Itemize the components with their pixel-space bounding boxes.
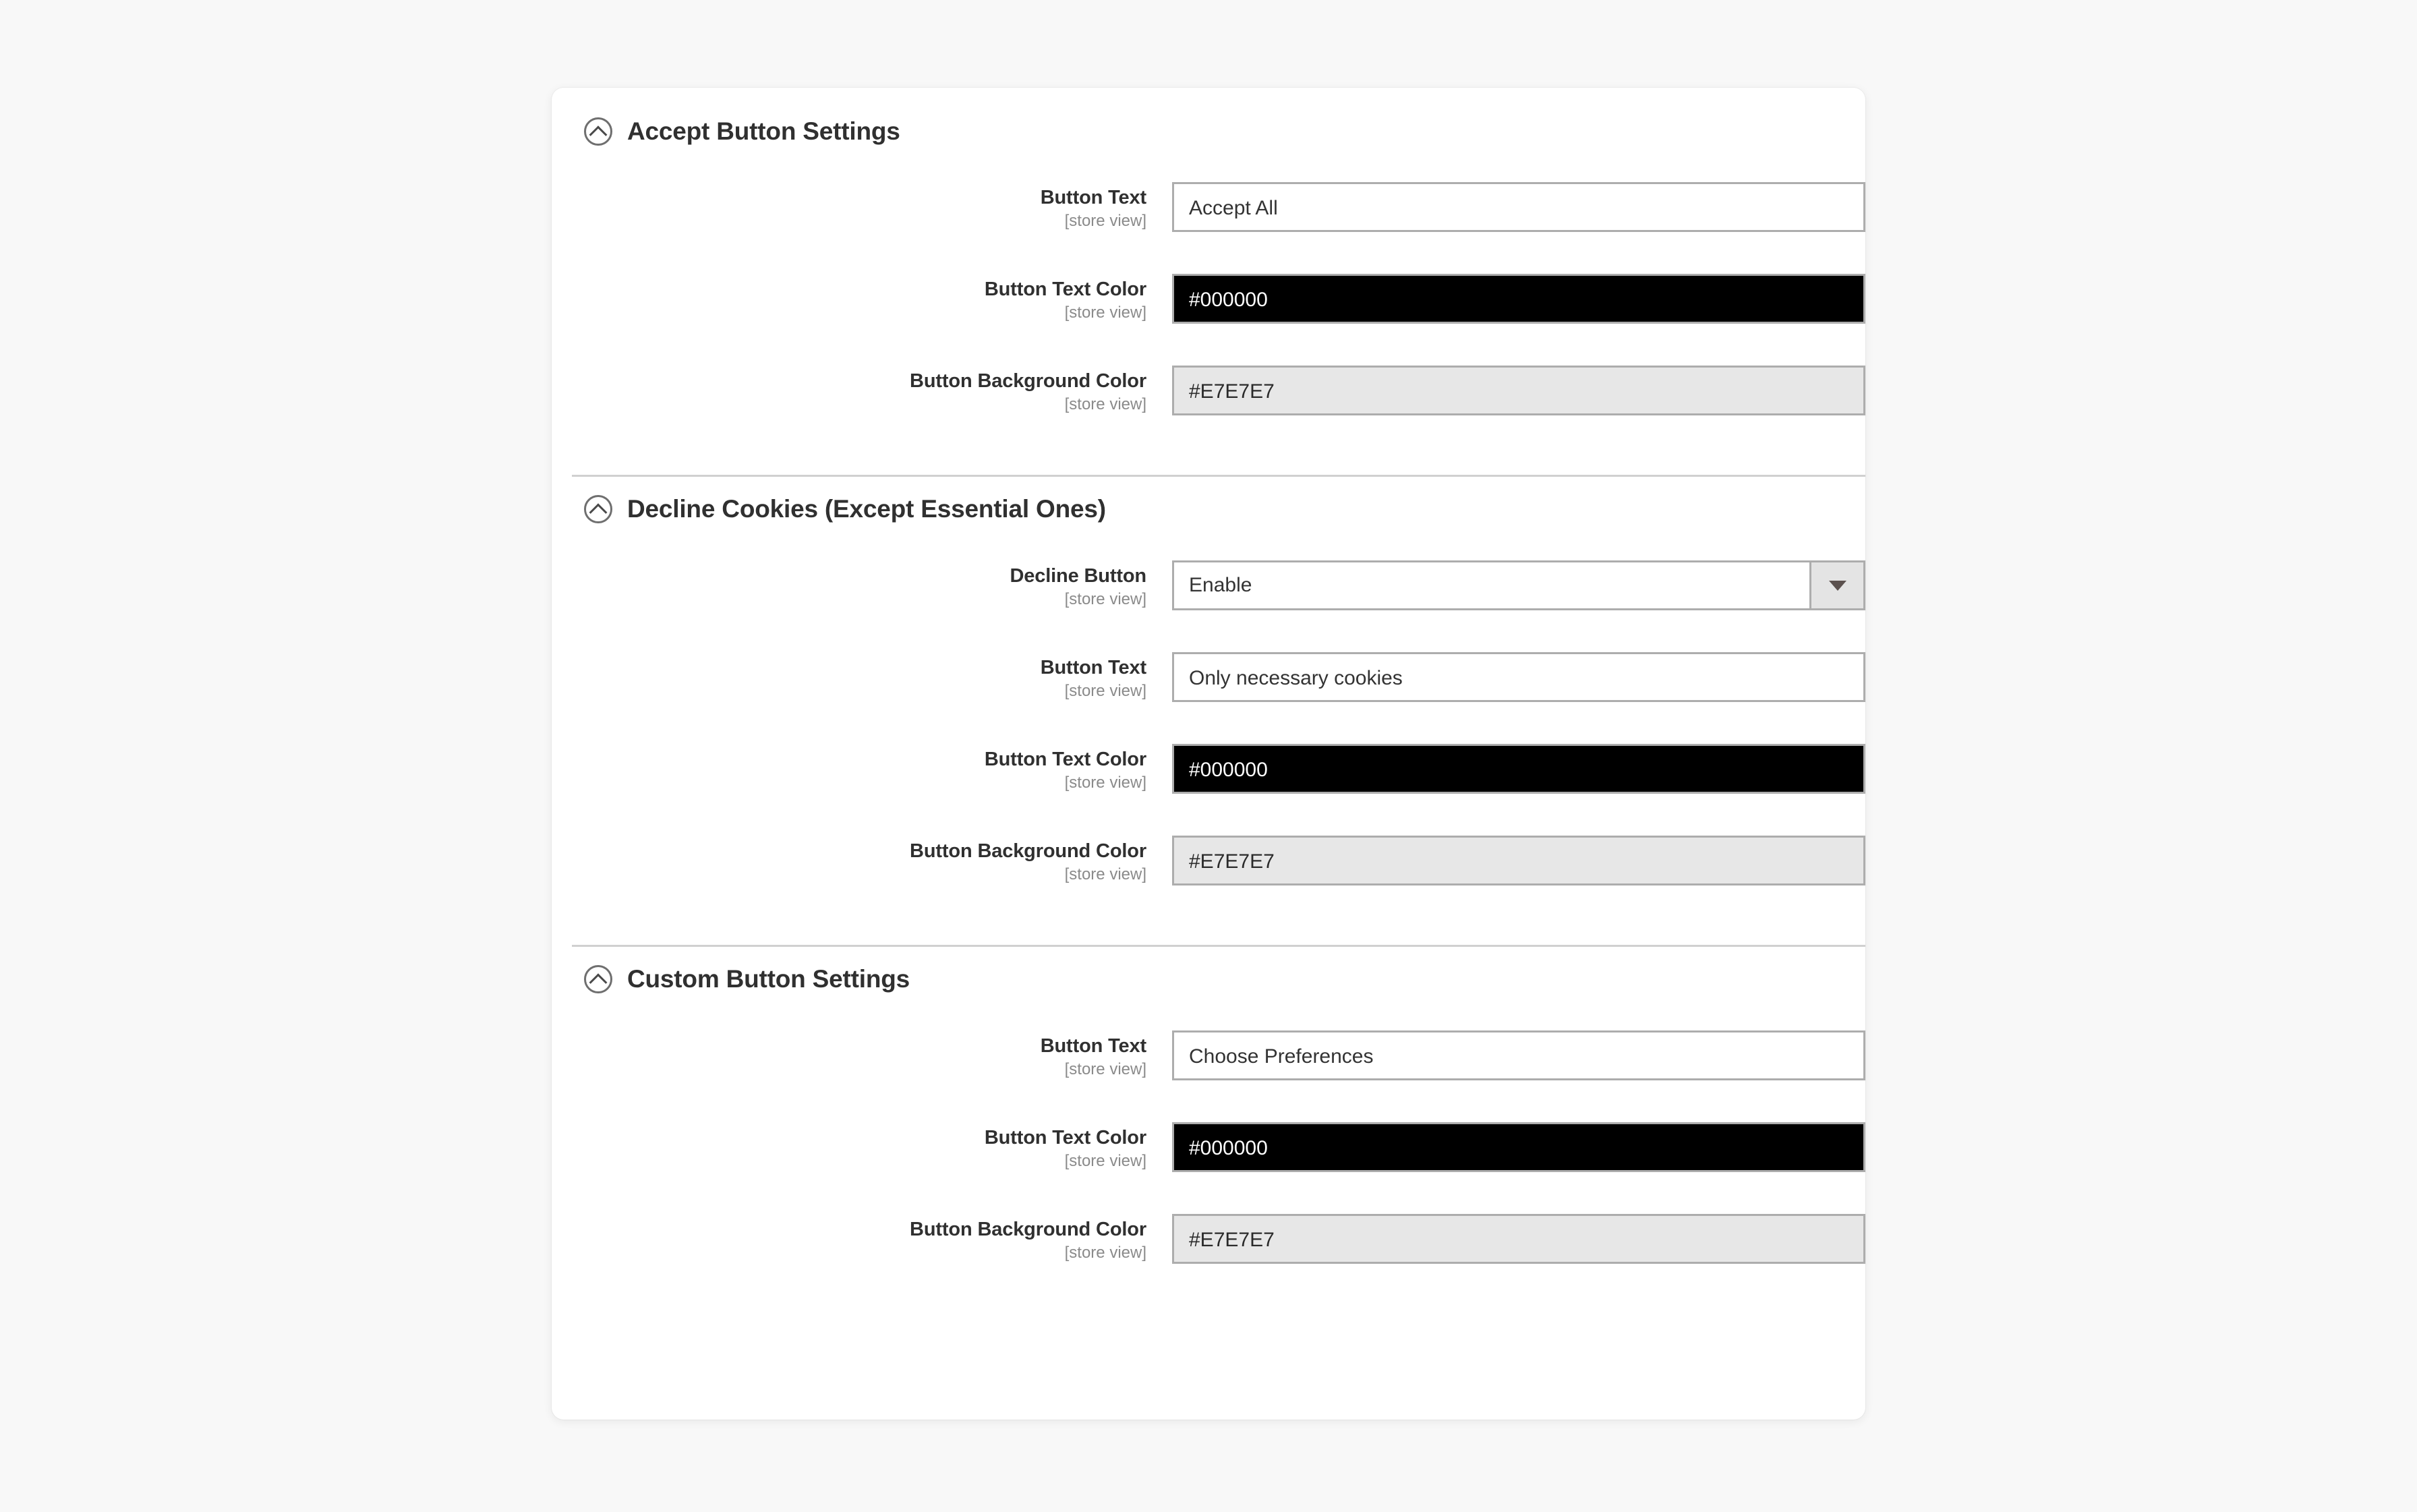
field-row-accept-button-text: Button Text [store view] Accept All — [552, 182, 1865, 274]
section-header-decline-cookies-except-essential-ones[interactable]: Decline Cookies (Except Essential Ones) — [552, 477, 1865, 542]
chevron-up-circle-icon[interactable] — [584, 117, 612, 146]
label-text: Button Background Color — [910, 840, 1146, 862]
field-label-custom-button-background-color: Button Background Color [store view] — [552, 1214, 1172, 1264]
field-label-accept-button-background-color: Button Background Color [store view] — [552, 366, 1172, 416]
field-label-accept-button-text: Button Text [store view] — [552, 182, 1172, 233]
field-list: Button Text [store view] Accept All Button … — [552, 163, 1865, 475]
field-control-accept-button-text: Accept All — [1172, 182, 1865, 232]
field-control-decline-button-text: Only necessary cookies — [1172, 652, 1865, 702]
label-text: Button Background Color — [910, 1219, 1146, 1240]
section-title: Decline Cookies (Except Essential Ones) — [627, 495, 1106, 523]
field-row-decline-button: Decline Button [store view] Enable — [552, 560, 1865, 652]
field-row-decline-button-text: Button Text [store view] Only necessary co… — [552, 652, 1865, 744]
chevron-down-icon[interactable] — [1809, 562, 1863, 608]
input-decline-button-text-color[interactable]: #000000 — [1172, 744, 1865, 794]
input-custom-button-text[interactable]: Choose Preferences — [1172, 1030, 1865, 1080]
field-control-custom-button-text-color: #000000 — [1172, 1122, 1865, 1172]
field-label-decline-button-text-color: Button Text Color [store view] — [552, 744, 1172, 794]
label-scope-note: [store view] — [1064, 774, 1146, 792]
field-row-custom-button-text-color: Button Text Color [store view] #000000 — [552, 1122, 1865, 1214]
field-row-decline-button-text-color: Button Text Color [store view] #000000 — [552, 744, 1865, 836]
section-title: Custom Button Settings — [627, 965, 910, 993]
section-accept-button-settings: Accept Button Settings Button Text [store … — [552, 88, 1865, 475]
label-text: Button Text Color — [984, 749, 1146, 770]
select-decline-button[interactable]: Enable — [1172, 560, 1865, 610]
label-text: Button Text — [1040, 1035, 1146, 1057]
label-scope-note: [store view] — [1064, 1244, 1146, 1262]
field-control-custom-button-text: Choose Preferences — [1172, 1030, 1865, 1080]
field-list: Decline Button [store view] Enable Button T… — [552, 542, 1865, 945]
label-scope-note: [store view] — [1064, 590, 1146, 609]
chevron-up-circle-icon[interactable] — [584, 965, 612, 993]
page-root: Accept Button Settings Button Text [store … — [0, 0, 2417, 1512]
label-scope-note: [store view] — [1064, 1152, 1146, 1171]
field-row-accept-button-text-color: Button Text Color [store view] #000000 — [552, 274, 1865, 366]
label-scope-note: [store view] — [1064, 303, 1146, 322]
label-scope-note: [store view] — [1064, 865, 1146, 884]
input-custom-button-text-color[interactable]: #000000 — [1172, 1122, 1865, 1172]
section-decline-cookies-except-essential-ones: Decline Cookies (Except Essential Ones) D… — [552, 477, 1865, 945]
label-scope-note: [store view] — [1064, 395, 1146, 414]
field-control-accept-button-text-color: #000000 — [1172, 274, 1865, 324]
label-text: Button Text Color — [984, 1127, 1146, 1148]
field-row-accept-button-background-color: Button Background Color [store view] #E7E7… — [552, 366, 1865, 457]
label-text: Button Text Color — [984, 279, 1146, 300]
label-scope-note: [store view] — [1064, 1060, 1146, 1079]
input-decline-button-text[interactable]: Only necessary cookies — [1172, 652, 1865, 702]
label-text: Button Text — [1040, 187, 1146, 208]
input-accept-button-text[interactable]: Accept All — [1172, 182, 1865, 232]
field-list: Button Text [store view] Choose Preference… — [552, 1012, 1865, 1323]
field-row-custom-button-background-color: Button Background Color [store view] #E7E7… — [552, 1214, 1865, 1306]
field-row-decline-button-background-color: Button Background Color [store view] #E7E7… — [552, 836, 1865, 927]
sections-container: Accept Button Settings Button Text [store … — [552, 88, 1865, 1323]
field-control-decline-button-background-color: #E7E7E7 — [1172, 836, 1865, 885]
input-custom-button-background-color[interactable]: #E7E7E7 — [1172, 1214, 1865, 1264]
section-header-accept-button-settings[interactable]: Accept Button Settings — [552, 88, 1865, 163]
field-control-decline-button-text-color: #000000 — [1172, 744, 1865, 794]
label-text: Button Text — [1040, 657, 1146, 678]
field-label-decline-button-background-color: Button Background Color [store view] — [552, 836, 1172, 886]
field-row-custom-button-text: Button Text [store view] Choose Preference… — [552, 1030, 1865, 1122]
field-label-decline-button-text: Button Text [store view] — [552, 652, 1172, 703]
field-label-decline-button: Decline Button [store view] — [552, 560, 1172, 611]
section-custom-button-settings: Custom Button Settings Button Text [store … — [552, 947, 1865, 1323]
field-control-accept-button-background-color: #E7E7E7 — [1172, 366, 1865, 415]
chevron-up-circle-icon[interactable] — [584, 495, 612, 523]
field-label-accept-button-text-color: Button Text Color [store view] — [552, 274, 1172, 324]
label-text: Button Background Color — [910, 370, 1146, 392]
settings-panel: Accept Button Settings Button Text [store … — [552, 88, 1865, 1420]
section-header-custom-button-settings[interactable]: Custom Button Settings — [552, 947, 1865, 1012]
field-label-custom-button-text: Button Text [store view] — [552, 1030, 1172, 1081]
select-selected-value[interactable]: Enable — [1174, 562, 1809, 608]
triangle-down-glyph — [1828, 580, 1846, 591]
label-scope-note: [store view] — [1064, 212, 1146, 231]
field-control-decline-button: Enable — [1172, 560, 1865, 610]
label-text: Decline Button — [1010, 565, 1146, 587]
input-accept-button-text-color[interactable]: #000000 — [1172, 274, 1865, 324]
section-title: Accept Button Settings — [627, 117, 900, 145]
label-scope-note: [store view] — [1064, 682, 1146, 701]
field-control-custom-button-background-color: #E7E7E7 — [1172, 1214, 1865, 1264]
input-accept-button-background-color[interactable]: #E7E7E7 — [1172, 366, 1865, 415]
field-label-custom-button-text-color: Button Text Color [store view] — [552, 1122, 1172, 1173]
input-decline-button-background-color[interactable]: #E7E7E7 — [1172, 836, 1865, 885]
